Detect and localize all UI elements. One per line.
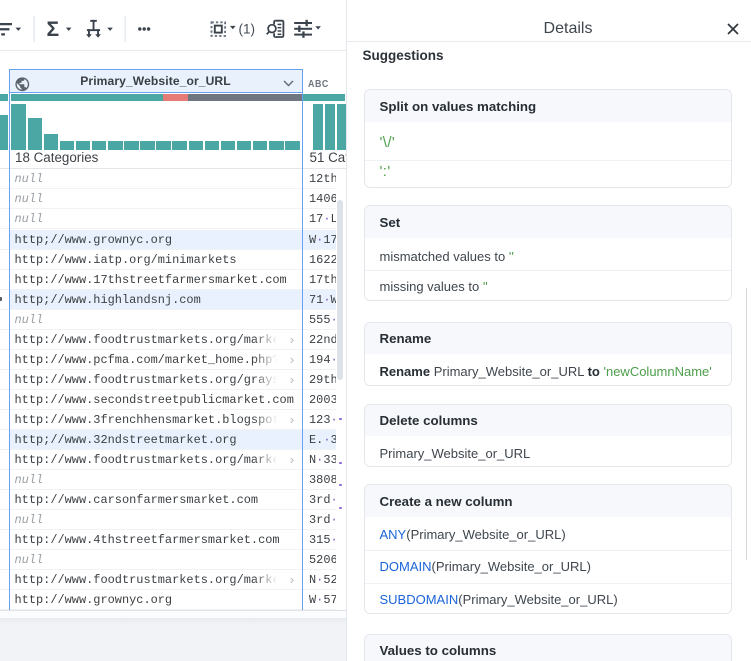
svg-text:Σ: Σ: [47, 18, 60, 41]
svg-text:(1): (1): [239, 22, 256, 37]
